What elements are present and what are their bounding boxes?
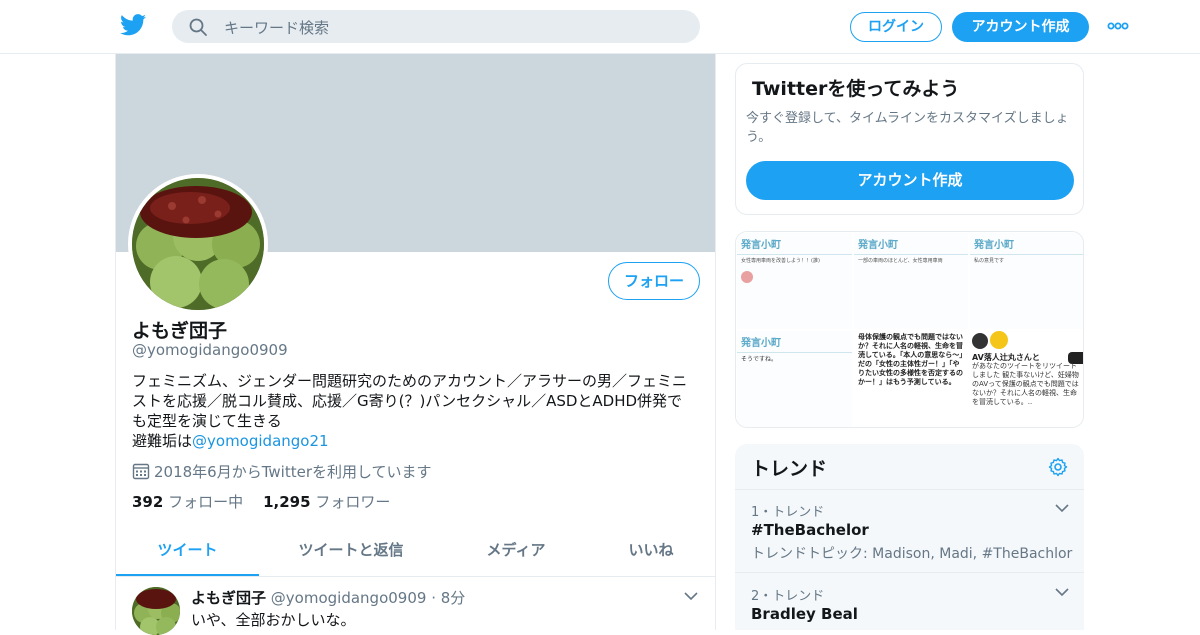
media-heading: 発言小町: [737, 233, 852, 255]
tweet-separator: ·: [431, 589, 436, 607]
media-thumb[interactable]: 発言小町 私の意見です: [969, 232, 1083, 330]
media-thumb[interactable]: 発言小町 そうですね。: [736, 330, 853, 427]
media-thumb[interactable]: 母体保護の観点でも問題ではないか？それに人名の軽視、生命を冒涜している。「本人の…: [853, 330, 969, 427]
tweet-header: よもぎ団子 @yomogidango0909 · 8分: [191, 587, 465, 608]
trend-meta: 1・トレンド: [751, 505, 825, 520]
trends-panel: トレンド 1・トレンド #TheBachelor トレンドトピック: Madis…: [735, 444, 1084, 630]
media-caption: 母体保護の観点でも問題ではないか？それに人名の軽視、生命を冒涜している。「本人の…: [858, 333, 963, 386]
media-caption: 私の意見です: [974, 258, 1005, 264]
tab-media[interactable]: メディア: [456, 528, 576, 576]
gear-icon[interactable]: [1048, 457, 1068, 477]
joined-date: 2018年6月からTwitterを利用しています: [132, 461, 432, 482]
tweet-avatar-image: [132, 587, 180, 635]
tweet-avatar[interactable]: [132, 587, 180, 635]
media-decoration: [741, 271, 753, 283]
chevron-down-icon[interactable]: [1055, 587, 1069, 597]
followers-label: フォロワー: [315, 493, 391, 511]
chevron-down-icon[interactable]: [1055, 503, 1069, 513]
tweet-time[interactable]: 8分: [441, 589, 466, 607]
media-heading: 発言小町: [854, 233, 968, 255]
media-caption: そうですね。: [741, 356, 778, 363]
profile-screen-name: @yomogidango0909: [132, 341, 288, 359]
media-caption: があなたのツイートをリツイートしました 観た事ないけど、妊婦物のAVって保護の観…: [972, 362, 1079, 406]
media-grid: 発言小町 女性専用車両を改善しよう！！(誰) 発言小町 一部の車両のほとんど、女…: [735, 231, 1084, 428]
media-caption: 一部の車両のほとんど、女性専用車両: [858, 258, 943, 264]
signup-button[interactable]: アカウント作成: [952, 12, 1089, 42]
chevron-down-icon[interactable]: [684, 591, 698, 601]
bio-link[interactable]: @yomogidango21: [192, 432, 329, 450]
follow-counts: 392 フォロー中 1,295 フォロワー: [132, 491, 390, 512]
signup-card: Twitterを使ってみよう 今すぐ登録して、タイムラインをカスタマイズしましょ…: [735, 63, 1084, 215]
calendar-icon: [132, 463, 150, 480]
follow-button[interactable]: フォロー: [608, 262, 700, 300]
media-heading: 発言小町: [970, 233, 1083, 255]
profile-avatar[interactable]: [128, 174, 268, 314]
signup-card-text: 今すぐ登録して、タイムラインをカスタマイズしましょう。: [746, 111, 1069, 145]
signup-card-button[interactable]: アカウント作成: [746, 161, 1074, 200]
trend-description: トレンドトピック: Madison, Madi, #TheBachlor: [751, 546, 1073, 562]
tweet-text: いや、全部おかしいな。: [191, 611, 356, 629]
divider: [735, 489, 1084, 490]
tab-likes[interactable]: いいね: [596, 528, 706, 576]
tab-tweets[interactable]: ツイート: [116, 528, 259, 576]
trends-title: トレンド: [751, 458, 828, 480]
search-icon: [189, 18, 207, 36]
followers-count: 1,295: [263, 493, 311, 511]
media-thumb[interactable]: 発言小町 一部の車両のほとんど、女性専用車両: [853, 232, 969, 330]
following-link[interactable]: 392 フォロー中: [132, 493, 243, 511]
top-bar: ログイン アカウント作成: [0, 0, 1200, 54]
tab-tweets-and-replies[interactable]: ツイートと返信: [266, 528, 436, 576]
tweet-item[interactable]: よもぎ団子 @yomogidango0909 · 8分 いや、全部おかしいな。: [116, 577, 715, 635]
media-avatar: [972, 333, 988, 349]
tweet-author[interactable]: よもぎ団子: [191, 589, 266, 607]
media-caption: 女性専用車両を改善しよう！！(誰): [741, 258, 820, 264]
avatar-image: [132, 178, 264, 310]
following-label: フォロー中: [168, 493, 244, 511]
search-box[interactable]: [172, 10, 700, 45]
media-thumb[interactable]: 発言小町 女性専用車両を改善しよう！！(誰): [736, 232, 853, 330]
more-options-icon[interactable]: [1107, 19, 1129, 33]
followers-link[interactable]: 1,295 フォロワー: [263, 493, 390, 511]
joined-text: 2018年6月からTwitterを利用しています: [154, 463, 432, 481]
media-thumb[interactable]: AV落人辻丸さんと があなたのツイートをリツイートしました 観た事ないけど、妊婦…: [969, 330, 1083, 427]
trend-meta: 2・トレンド: [751, 589, 825, 604]
following-count: 392: [132, 493, 164, 511]
profile-tabs: ツイート ツイートと返信 メディア いいね: [116, 528, 715, 577]
signup-card-title: Twitterを使ってみよう: [752, 78, 960, 100]
trend-item[interactable]: 2・トレンド Bradley Beal: [735, 585, 1084, 630]
emoji-icon: [990, 331, 1008, 349]
divider: [735, 572, 1084, 573]
profile-bio: フェミニズム、ジェンダー問題研究のためのアカウント／アラサーの男／フェミニストを…: [132, 371, 697, 451]
media-heading: 発言小町: [737, 331, 852, 353]
search-input[interactable]: [222, 10, 686, 45]
trend-name[interactable]: Bradley Beal: [751, 605, 858, 623]
trend-name[interactable]: #TheBachelor: [751, 521, 869, 539]
tweet-handle[interactable]: @yomogidango0909: [271, 589, 427, 607]
login-button[interactable]: ログイン: [850, 12, 942, 42]
profile-display-name: よもぎ団子: [132, 320, 228, 342]
profile-column: フォロー よもぎ団子 @yomogidango0909 フェミニズム、ジェンダー…: [115, 54, 716, 635]
twitter-logo-icon[interactable]: [120, 14, 146, 36]
trend-item[interactable]: 1・トレンド #TheBachelor トレンドトピック: Madison, M…: [735, 501, 1084, 571]
